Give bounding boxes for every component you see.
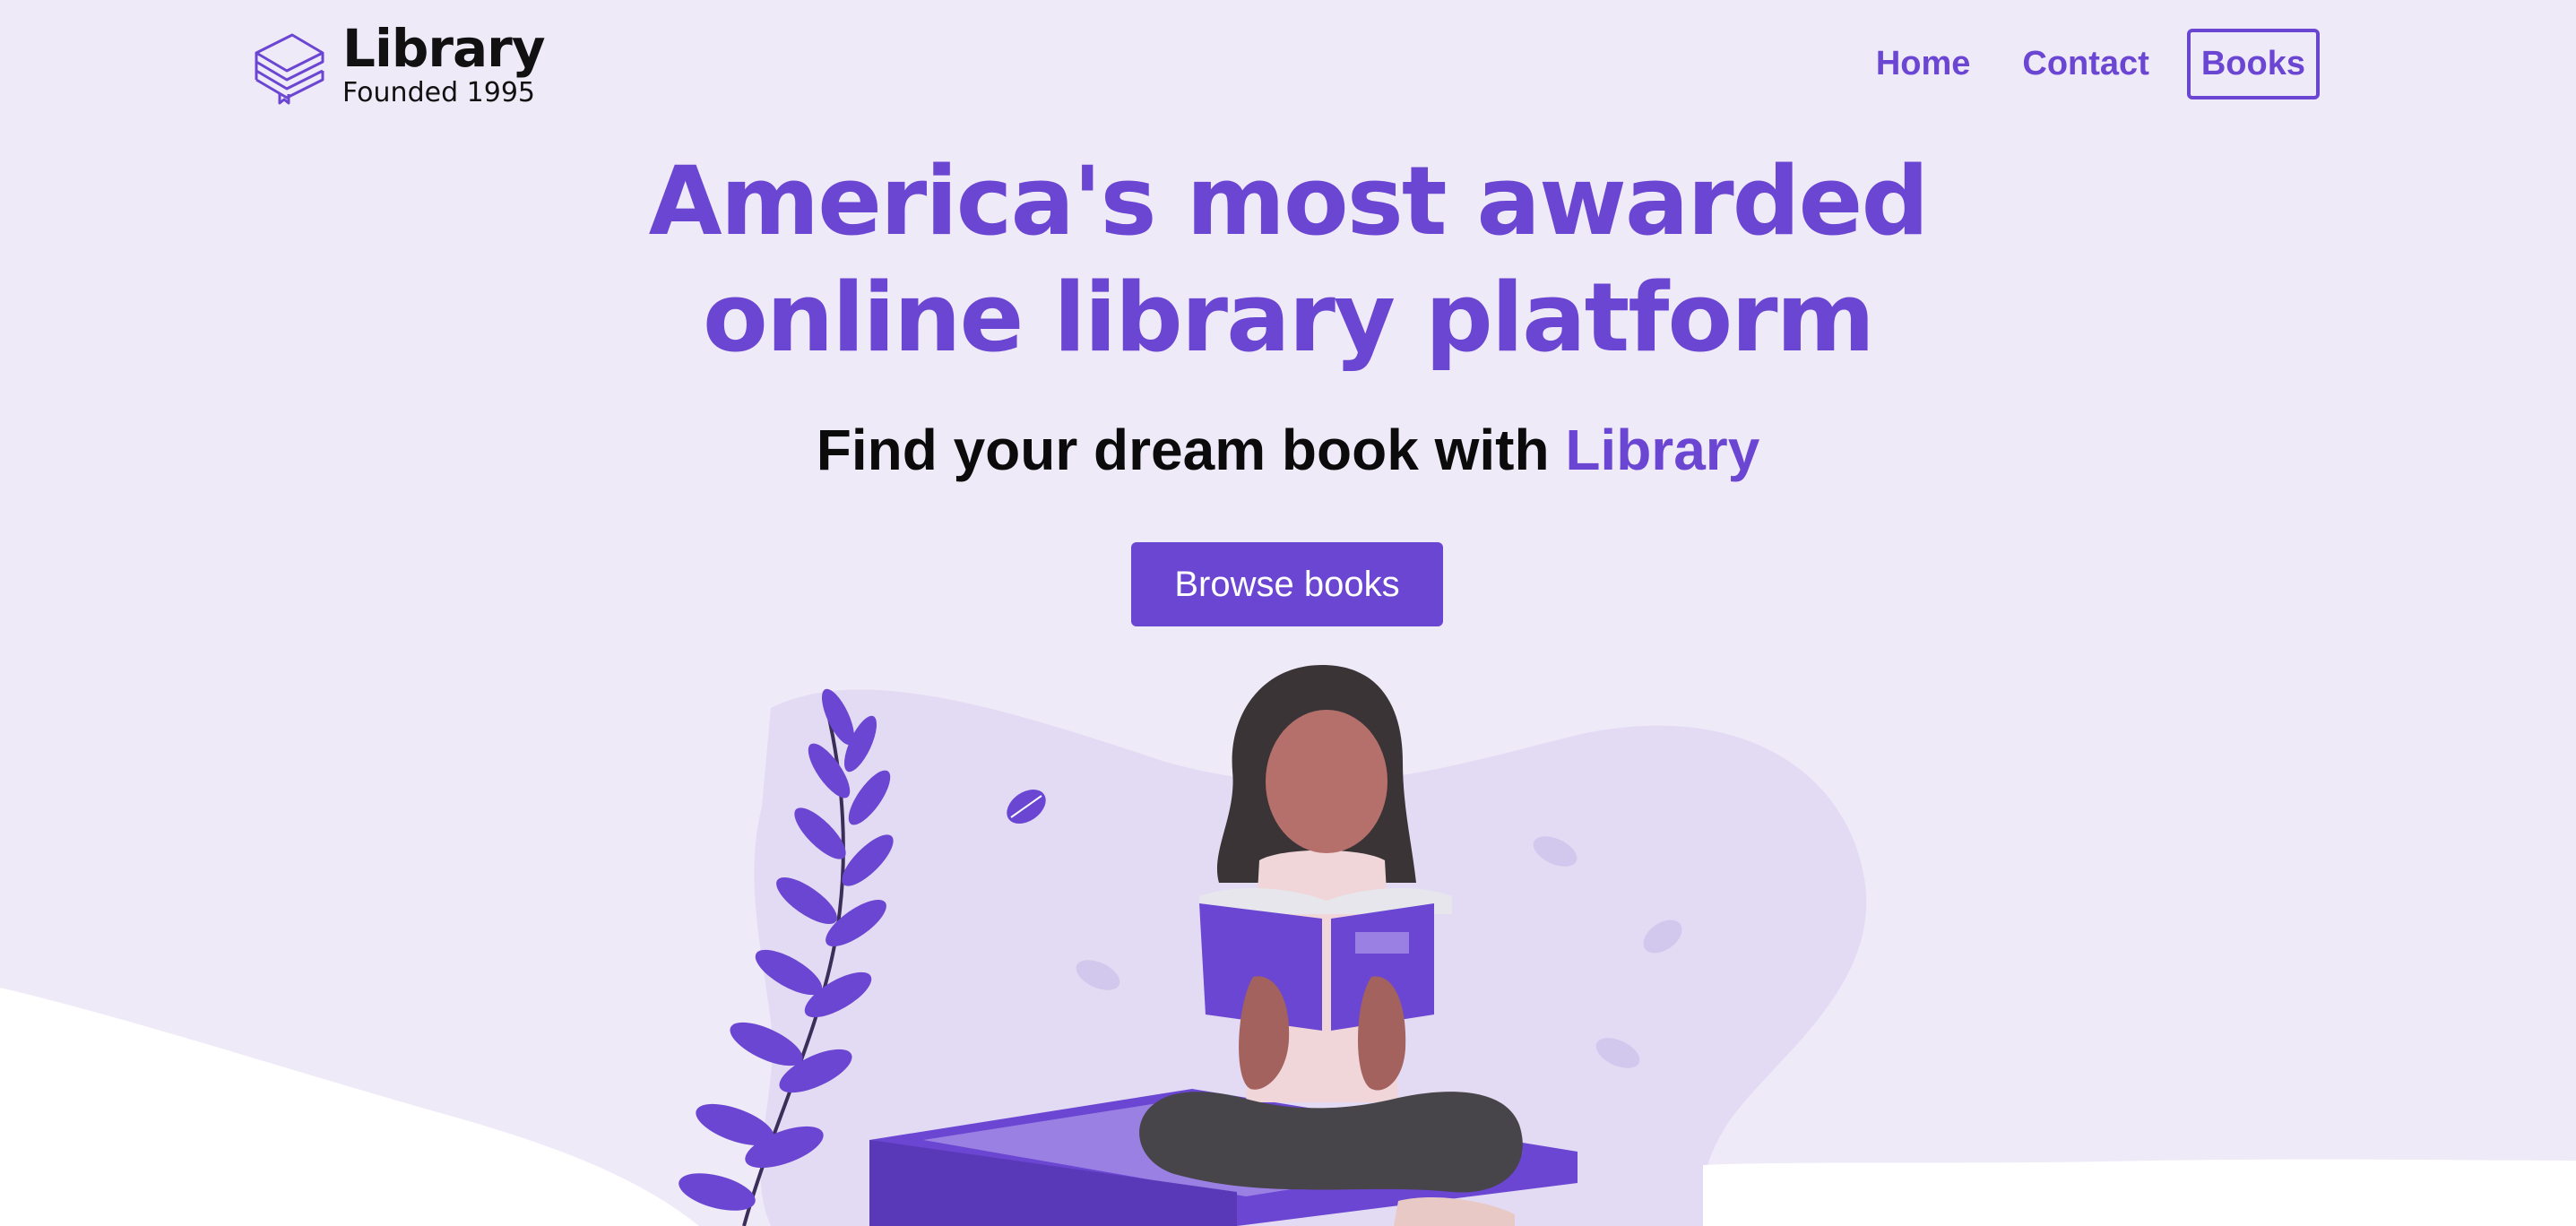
site-logo[interactable]: Library Founded 1995 [253, 18, 546, 109]
landing-page: Library Founded 1995 Home Contact Books … [0, 0, 2576, 1226]
tagline-accent: Library [1565, 418, 1760, 482]
plant-icon [679, 688, 894, 1226]
logo-title: Library [342, 18, 546, 79]
hero-headline-line1: America's most awarded [648, 146, 1930, 256]
main-nav: Home Contact Books [1862, 29, 2320, 99]
tagline-prefix: Find your dream book with [816, 418, 1566, 482]
nav-home-link[interactable]: Home [1862, 29, 1985, 99]
large-book-icon [869, 1089, 1578, 1226]
browse-books-button[interactable]: Browse books [1131, 542, 1443, 626]
woman-reading-icon [1139, 665, 1523, 1226]
stacked-books-icon [255, 33, 324, 105]
hero-tagline: Find your dream book with Library [0, 414, 2576, 486]
hero-headline-line2: online library platform [703, 263, 1875, 373]
logo-text: Library Founded 1995 [342, 18, 546, 109]
ground-wave [0, 988, 699, 1226]
leaf-icon [1007, 789, 1046, 825]
nav-contact-link[interactable]: Contact [2008, 29, 2163, 99]
nav-books-link[interactable]: Books [2186, 29, 2320, 99]
background-blob [754, 689, 1867, 1226]
hero-headline: America's most awarded online library pl… [0, 143, 2576, 376]
logo-subtitle: Founded 1995 [342, 77, 535, 108]
ground-wave-right [1703, 1159, 2576, 1226]
leaf-icon [1076, 836, 1682, 1068]
